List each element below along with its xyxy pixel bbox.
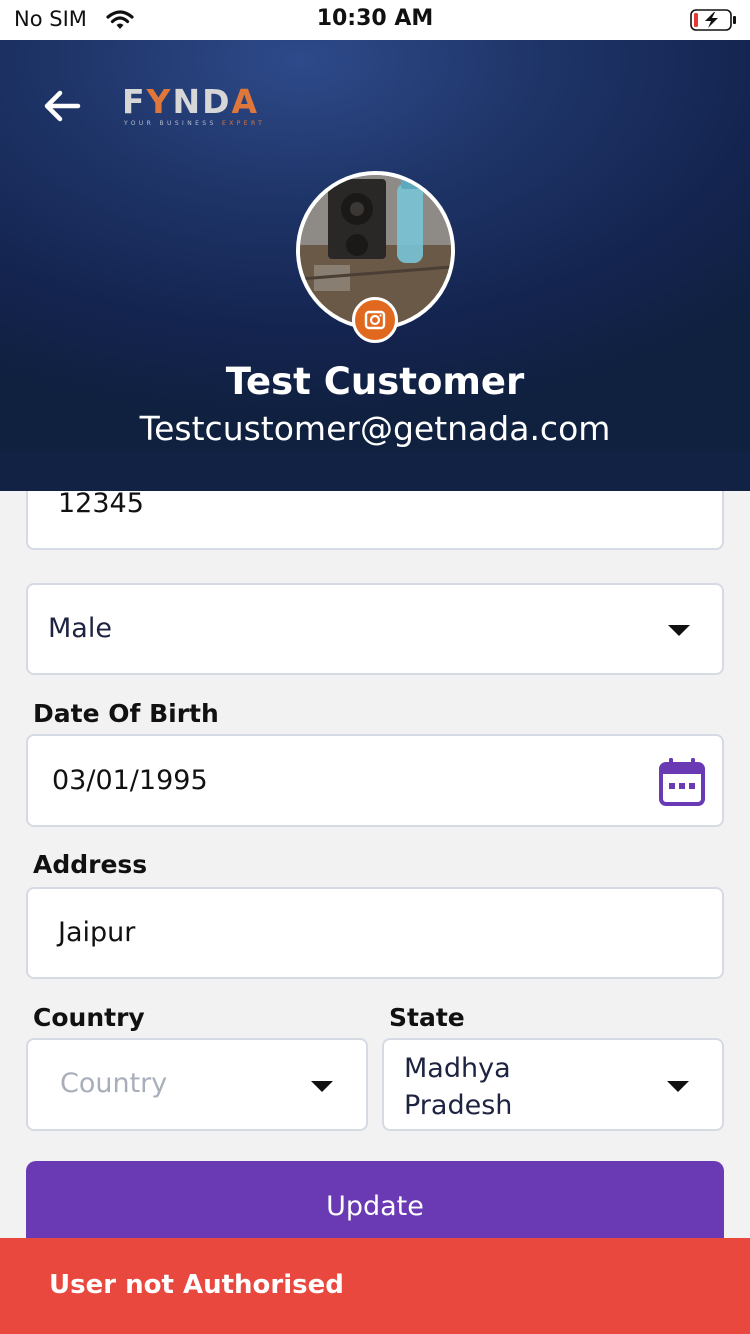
- country-select[interactable]: Country: [26, 1038, 368, 1131]
- error-toast: User not Authorised: [0, 1238, 750, 1334]
- address-value: Jaipur: [58, 917, 136, 948]
- change-photo-button[interactable]: [352, 297, 398, 343]
- toast-message: User not Authorised: [49, 1270, 344, 1300]
- status-bar: No SIM 10:30 AM: [0, 0, 750, 40]
- calendar-icon[interactable]: [658, 756, 706, 812]
- state-value-line1: Madhya: [404, 1053, 511, 1084]
- state-value-line2: Pradesh: [404, 1090, 513, 1121]
- chevron-down-icon: [668, 625, 690, 636]
- back-button[interactable]: [40, 86, 90, 126]
- logo-wordmark: FYNDA: [122, 82, 260, 121]
- profile-email: Testcustomer@getnada.com: [139, 409, 611, 448]
- chevron-down-icon: [667, 1081, 689, 1092]
- arrow-left-icon: [44, 90, 81, 122]
- profile-name: Test Customer: [225, 360, 525, 403]
- address-field[interactable]: Jaipur: [26, 887, 724, 979]
- country-label: Country: [33, 1003, 145, 1032]
- address-label: Address: [33, 850, 148, 879]
- chevron-down-icon: [311, 1081, 333, 1092]
- country-placeholder: Country: [60, 1068, 168, 1099]
- dob-value: 03/01/1995: [52, 765, 208, 796]
- state-label: State: [389, 1003, 465, 1032]
- header-bottom-edge: [0, 451, 750, 491]
- pincode-value: 12345: [58, 488, 144, 519]
- clock: 10:30 AM: [316, 6, 434, 31]
- gender-select[interactable]: Male: [26, 583, 724, 675]
- dob-field[interactable]: 03/01/1995: [26, 734, 724, 827]
- state-value: Madhya Pradesh: [404, 1050, 512, 1124]
- profile-header: FYNDA YOUR BUSINESS EXPERT Test Customer…: [0, 40, 750, 491]
- battery-charging-icon: [690, 9, 738, 35]
- dob-label: Date Of Birth: [33, 699, 219, 728]
- update-button-label: Update: [326, 1191, 424, 1222]
- fynda-logo: FYNDA YOUR BUSINESS EXPERT: [122, 82, 272, 130]
- gender-value: Male: [48, 613, 112, 644]
- state-select[interactable]: Madhya Pradesh: [382, 1038, 724, 1131]
- camera-icon: [364, 310, 386, 330]
- logo-tagline: YOUR BUSINESS EXPERT: [124, 120, 266, 127]
